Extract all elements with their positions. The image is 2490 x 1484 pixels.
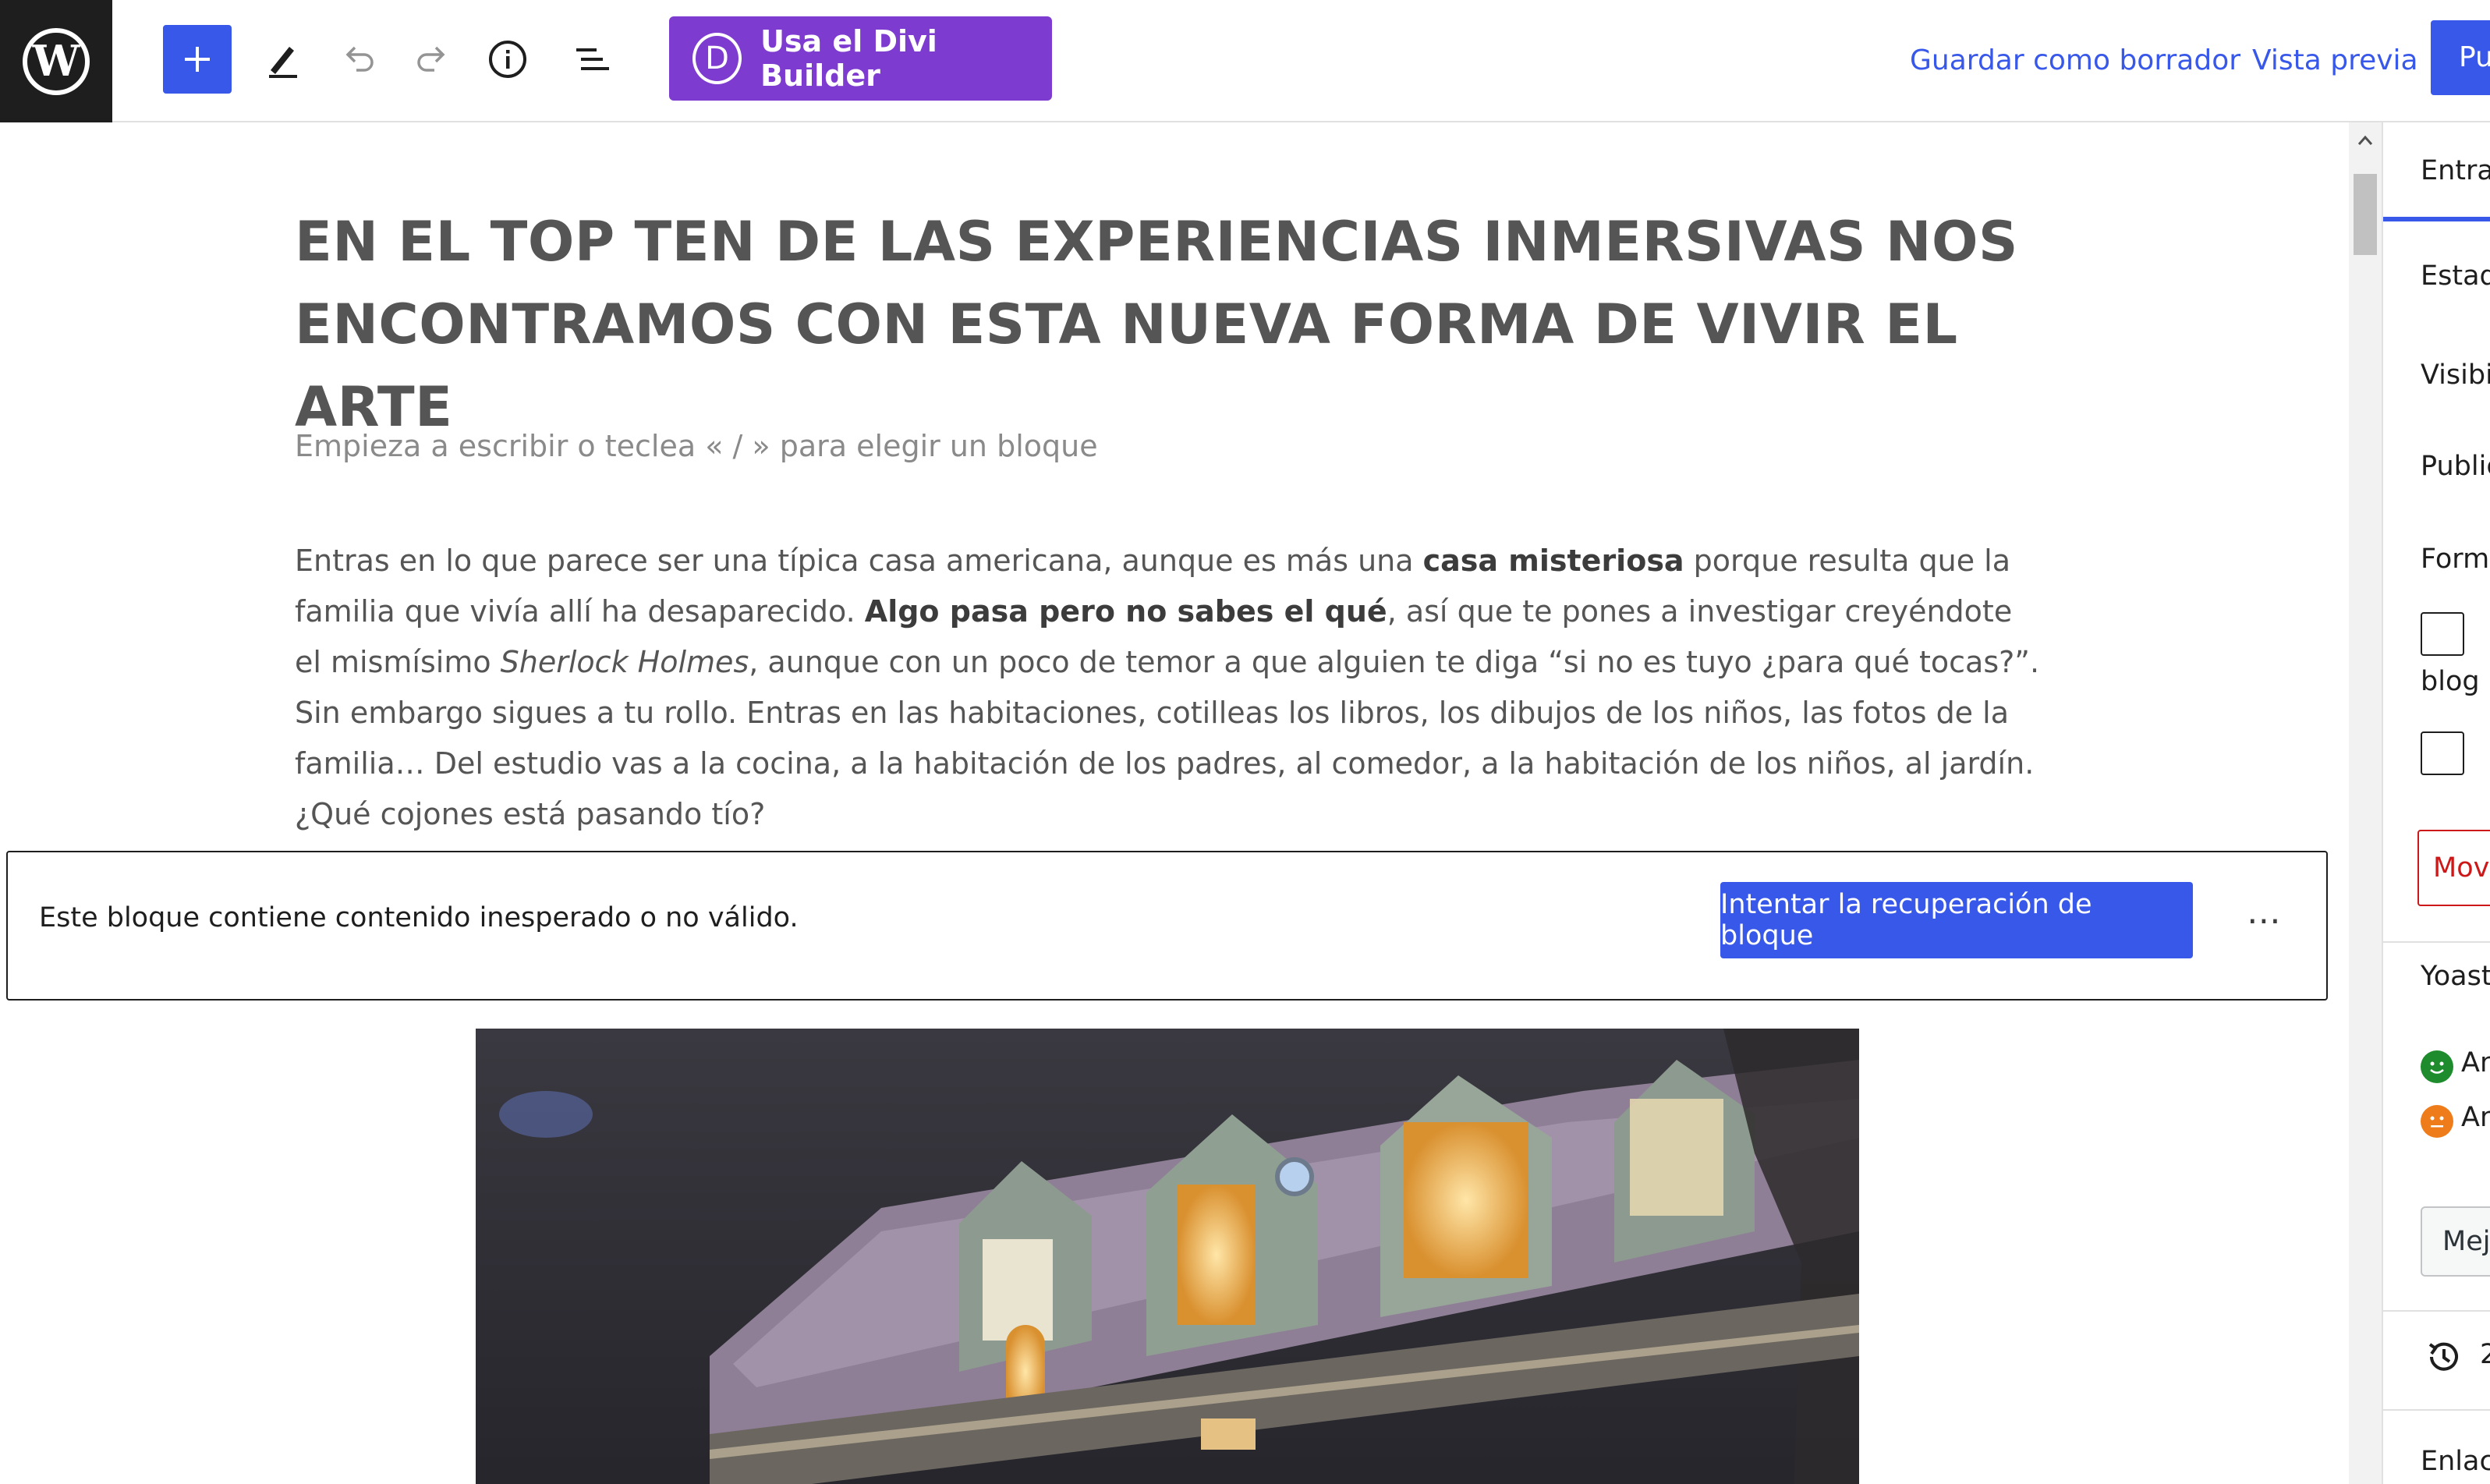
divider — [2383, 941, 2490, 943]
tab-post[interactable]: Entrac — [2421, 155, 2490, 186]
divider — [2383, 1310, 2490, 1312]
divi-builder-label: Usa el Divi Builder — [760, 24, 937, 93]
editor-header: W D Usa el Divi Builder Guardar como bor… — [0, 0, 2490, 122]
active-tab-indicator — [2383, 217, 2490, 221]
scroll-up-icon[interactable] — [2355, 130, 2375, 151]
divider — [2383, 1409, 2490, 1411]
publish-date-label[interactable]: Public — [2421, 451, 2490, 482]
details-button[interactable] — [473, 25, 542, 94]
svg-text:W: W — [32, 36, 81, 86]
redo-icon — [417, 46, 445, 72]
invalid-block-message: Este bloque contiene contenido inesperad… — [39, 902, 799, 933]
editor-scrollbar[interactable] — [2349, 122, 2382, 1484]
house-illustration — [476, 1029, 1859, 1484]
save-draft-button[interactable]: Guardar como borrador — [1910, 37, 2240, 84]
seo-analysis-label: An — [2461, 1047, 2490, 1078]
yoast-panel-title[interactable]: Yoast — [2421, 961, 2490, 992]
pending-review-checkbox[interactable] — [2421, 731, 2464, 775]
status-label[interactable]: Estado — [2421, 260, 2490, 292]
attempt-block-recovery-button[interactable]: Intentar la recuperación de bloque — [1720, 882, 2193, 958]
more-options-icon[interactable]: ⋯ — [2230, 882, 2301, 958]
move-to-trash-button[interactable]: Move — [2417, 830, 2490, 906]
paragraph-bold-text: Algo pasa pero no sabes el qué — [864, 594, 1387, 629]
post-title[interactable]: EN EL TOP TEN DE LAS EXPERIENCIAS INMERS… — [295, 200, 2049, 448]
redo-button[interactable] — [398, 25, 467, 94]
improve-button[interactable]: Mejo — [2421, 1206, 2490, 1277]
paragraph-block[interactable]: Entras en lo que parece ser una típica c… — [295, 536, 2042, 840]
undo-icon — [345, 46, 374, 72]
history-icon[interactable] — [2422, 1335, 2466, 1379]
wordpress-logo-button[interactable]: W — [0, 0, 112, 122]
publish-button[interactable]: Pu — [2431, 20, 2490, 95]
divi-logo-icon: D — [692, 33, 742, 84]
block-placeholder[interactable]: Empieza a escribir o teclea « / » para e… — [295, 429, 1098, 463]
post-title-line-1: EN EL TOP TEN DE LAS EXPERIENCIAS INMERS… — [295, 210, 2018, 274]
list-view-icon — [576, 48, 609, 70]
list-view-button[interactable] — [558, 25, 626, 94]
scrollbar-thumb[interactable] — [2354, 174, 2377, 255]
wordpress-logo-icon: W — [23, 27, 90, 95]
blog-label: blog — [2421, 666, 2480, 697]
revisions-count[interactable]: 2 — [2480, 1339, 2490, 1370]
paragraph-italic-text: Sherlock Holmes — [500, 645, 749, 679]
plus-icon — [185, 47, 210, 72]
info-icon — [489, 41, 526, 78]
permalink-label[interactable]: Enlace — [2421, 1446, 2490, 1477]
post-title-line-2: ENCONTRAMOS CON ESTA NUEVA FORMA DE VIVI… — [295, 292, 1958, 439]
undo-button[interactable] — [324, 25, 392, 94]
post-format-label[interactable]: Forma — [2421, 544, 2490, 575]
ok-score-icon — [2421, 1105, 2453, 1138]
paragraph-bold-text: casa misteriosa — [1422, 544, 1684, 578]
divi-builder-button[interactable]: D Usa el Divi Builder — [669, 16, 1052, 101]
good-score-icon — [2421, 1050, 2453, 1083]
add-block-button[interactable] — [163, 25, 232, 94]
pencil-icon — [269, 47, 297, 78]
featured-house-image[interactable] — [476, 1029, 1859, 1484]
tools-button[interactable] — [249, 25, 317, 94]
readability-analysis-label: An — [2461, 1102, 2490, 1133]
invalid-block-warning: Este bloque contiene contenido inesperad… — [6, 851, 2328, 1001]
editor-canvas: EN EL TOP TEN DE LAS EXPERIENCIAS INMERS… — [0, 122, 2349, 1484]
preview-button[interactable]: Vista previa — [2252, 37, 2418, 84]
paragraph-text: Entras en lo que parece ser una típica c… — [295, 544, 1423, 578]
visibility-label[interactable]: Visibil — [2421, 359, 2490, 391]
sticky-checkbox[interactable] — [2421, 612, 2464, 656]
settings-sidebar: Entrac Estado Visibil Public Forma blog … — [2382, 122, 2490, 1484]
